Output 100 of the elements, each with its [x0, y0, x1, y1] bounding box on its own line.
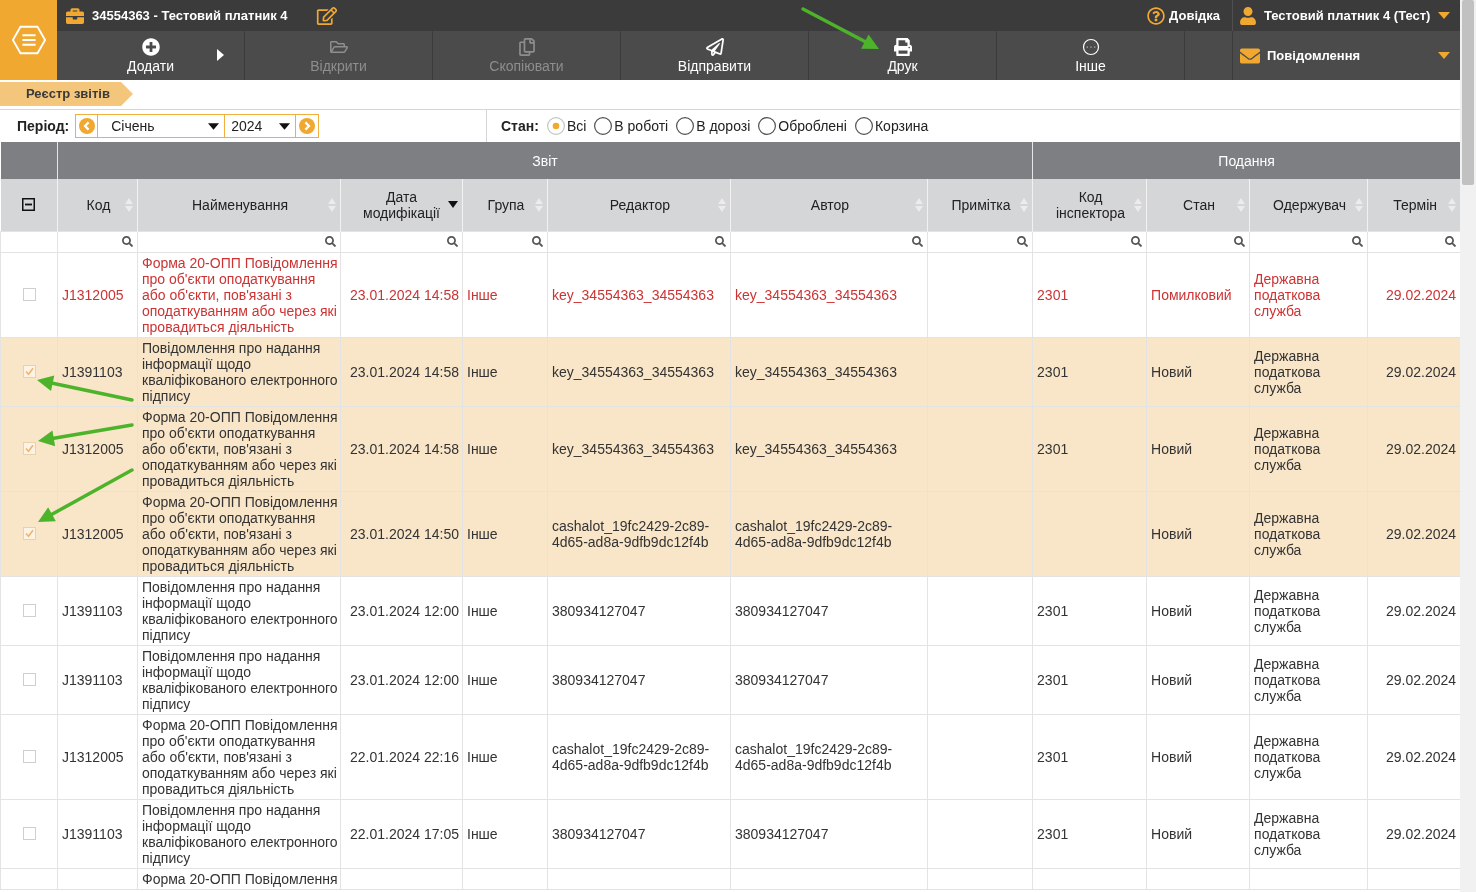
- toolbar-button[interactable]: Додати: [57, 31, 245, 80]
- column-header[interactable]: Код інспектора: [1032, 179, 1147, 231]
- more-icon: [1081, 37, 1100, 56]
- table-row[interactable]: [0, 252, 1461, 337]
- table-cell: key_34554363_34554363: [730, 337, 928, 406]
- caret-down-icon: [1438, 52, 1450, 59]
- table-row[interactable]: J1391103 Повідомлення про надання інформації щодо кваліфікованого електронного підпису 23.01.2024 12:00 Інше 380934127047 380934127047 2301 Новий Державна податкова служба 29.02.2024: [0, 645, 1461, 714]
- year-select[interactable]: 2024: [225, 115, 297, 137]
- table-cell: Новий: [1146, 491, 1250, 576]
- table-cell: 2301: [1032, 799, 1147, 868]
- checkbox[interactable]: [22, 365, 36, 378]
- table-cell: J1391103: [57, 799, 138, 868]
- status-radio[interactable]: Оброблені: [758, 115, 847, 137]
- column-header[interactable]: Стан: [1146, 179, 1250, 231]
- status-radio[interactable]: Корзина: [854, 115, 929, 137]
- status-radio[interactable]: В дорозі: [676, 115, 751, 137]
- chevron-right-icon: [299, 118, 316, 134]
- search-icon: [1352, 236, 1364, 247]
- column-header[interactable]: Автор: [730, 179, 928, 231]
- scrollbar[interactable]: [1460, 0, 1476, 892]
- table-cell: Новий: [1146, 576, 1250, 645]
- table-cell: Інше: [462, 491, 548, 576]
- search-icon: [715, 236, 726, 247]
- checkbox[interactable]: [22, 288, 36, 301]
- table-cell: J1391103: [57, 576, 138, 645]
- table-cell: 2301: [1032, 645, 1147, 714]
- checkbox[interactable]: [22, 827, 36, 840]
- chevron-left-icon: [78, 118, 95, 134]
- month-select[interactable]: Січень: [98, 115, 226, 137]
- hexagon-menu-icon: [11, 25, 46, 55]
- table-cell: Помилковий: [1146, 252, 1250, 337]
- table-row[interactable]: Форма 20-ОПП Повідомлення: [0, 868, 1461, 889]
- table-cell: J1391103: [57, 645, 138, 714]
- table-cell: cashalot_19fc2429-2c89-4d65-ad8a-9dfb9dc12f4b: [730, 714, 928, 799]
- table-cell: Повідомлення про надання інформації щодо кваліфікованого електронного підпису: [137, 645, 341, 714]
- toolbar-button[interactable]: Інше: [997, 31, 1185, 80]
- table-cell: Форма 20-ОПП Повідомлення про об'єкти оподаткування або об'єкти, пов'язані з оподаткуванням або через які провадиться діяльність: [137, 491, 341, 576]
- status-label: Стан:: [501, 116, 539, 136]
- user-icon: [1240, 6, 1256, 25]
- table-row[interactable]: [0, 406, 1461, 491]
- table-cell: Новий: [1146, 406, 1250, 491]
- checkbox[interactable]: [22, 527, 36, 540]
- caret-down-icon: [279, 122, 291, 130]
- previous-period-button[interactable]: [76, 115, 99, 137]
- scrollbar-thumb[interactable]: [1462, 0, 1474, 185]
- table-cell: 23.01.2024 12:00: [340, 645, 463, 714]
- table-row[interactable]: J1391103 Повідомлення про надання інформації щодо кваліфікованого електронного підпису 22.01.2024 17:05 Інше 380934127047 380934127047 2301 Новий Державна податкова служба 29.02.2024: [0, 799, 1461, 868]
- table-cell: 380934127047: [730, 645, 928, 714]
- table-cell: 23.01.2024 14:58: [340, 406, 463, 491]
- column-header[interactable]: Найменування: [137, 179, 341, 231]
- table-cell: Повідомлення про надання інформації щодо кваліфікованого електронного підпису: [137, 337, 341, 406]
- select-all-checkbox[interactable]: [22, 198, 36, 212]
- edit-icon[interactable]: [315, 6, 338, 25]
- table-cell: key_34554363_34554363: [547, 337, 731, 406]
- table-cell: J1391103: [57, 337, 138, 406]
- table-cell: J1312005: [57, 252, 138, 337]
- column-header[interactable]: Одержувач: [1249, 179, 1368, 231]
- table-cell: J1312005: [57, 406, 138, 491]
- checkbox[interactable]: [22, 673, 36, 686]
- table-row[interactable]: J1391103 Повідомлення про надання інформації щодо кваліфікованого електронного підпису 23.01.2024 12:00 Інше 380934127047 380934127047 2301 Новий Державна податкова служба 29.02.2024: [0, 576, 1461, 645]
- column-header[interactable]: Редактор: [547, 179, 731, 231]
- table-cell: 380934127047: [730, 799, 928, 868]
- menu-button[interactable]: [0, 0, 57, 80]
- checkbox[interactable]: [22, 604, 36, 617]
- table-cell: Інше: [462, 252, 548, 337]
- table-cell: Форма 20-ОПП Повідомлення: [137, 868, 341, 889]
- table-cell: Інше: [462, 406, 548, 491]
- table-cell: Новий: [1146, 645, 1250, 714]
- table-cell: cashalot_19fc2429-2c89-4d65-ad8a-9dfb9dc12f4b: [730, 491, 928, 576]
- table-cell: 380934127047: [547, 645, 731, 714]
- column-header[interactable]: Група: [462, 179, 548, 231]
- checkbox[interactable]: [22, 750, 36, 763]
- table-cell: 2301: [1032, 337, 1147, 406]
- paper-plane-icon: [705, 37, 724, 56]
- table-cell: Форма 20-ОПП Повідомлення про об'єкти оподаткування або об'єкти, пов'язані з оподаткуванням або через які провадиться діяльність: [137, 406, 341, 491]
- breadcrumb-tab[interactable]: Реєстр звітів: [0, 82, 133, 106]
- help-link[interactable]: Довідка: [1147, 5, 1232, 26]
- status-radio[interactable]: Всі: [546, 115, 587, 137]
- search-icon: [1017, 236, 1029, 247]
- column-header[interactable]: Код: [57, 179, 138, 231]
- column-header[interactable]: Примітка: [927, 179, 1033, 231]
- table-cell: Новий: [1146, 799, 1250, 868]
- table-cell: 22.01.2024 22:16: [340, 714, 463, 799]
- checkbox[interactable]: [22, 442, 36, 455]
- table-cell: 23.01.2024 14:58: [340, 252, 463, 337]
- search-icon: [447, 236, 458, 247]
- table-cell: Інше: [462, 576, 548, 645]
- caret-down-icon: [208, 122, 220, 130]
- table-cell: cashalot_19fc2429-2c89-4d65-ad8a-9dfb9dc12f4b: [547, 491, 731, 576]
- toolbar-button[interactable]: Відправити: [621, 31, 809, 80]
- table-row[interactable]: [0, 491, 1461, 576]
- table-row[interactable]: [0, 714, 1461, 799]
- table-row[interactable]: J1391103 Повідомлення про надання інформації щодо кваліфікованого електронного підпису 23.01.2024 14:58 Інше key_34554363_34554363 key_34554363_34554363 2301 Новий Державна податкова служба 29.02.2024: [0, 337, 1461, 406]
- search-icon: [912, 236, 923, 247]
- table-cell: key_34554363_34554363: [730, 252, 928, 337]
- status-radio[interactable]: В роботі: [594, 115, 669, 137]
- column-header[interactable]: Дата модифікації: [340, 179, 463, 231]
- table-cell: Державна податкова служба: [1249, 337, 1368, 406]
- table-cell: Державна податкова служба: [1249, 645, 1368, 714]
- account-title: 34554363 - Тестовий платник 4: [92, 6, 288, 25]
